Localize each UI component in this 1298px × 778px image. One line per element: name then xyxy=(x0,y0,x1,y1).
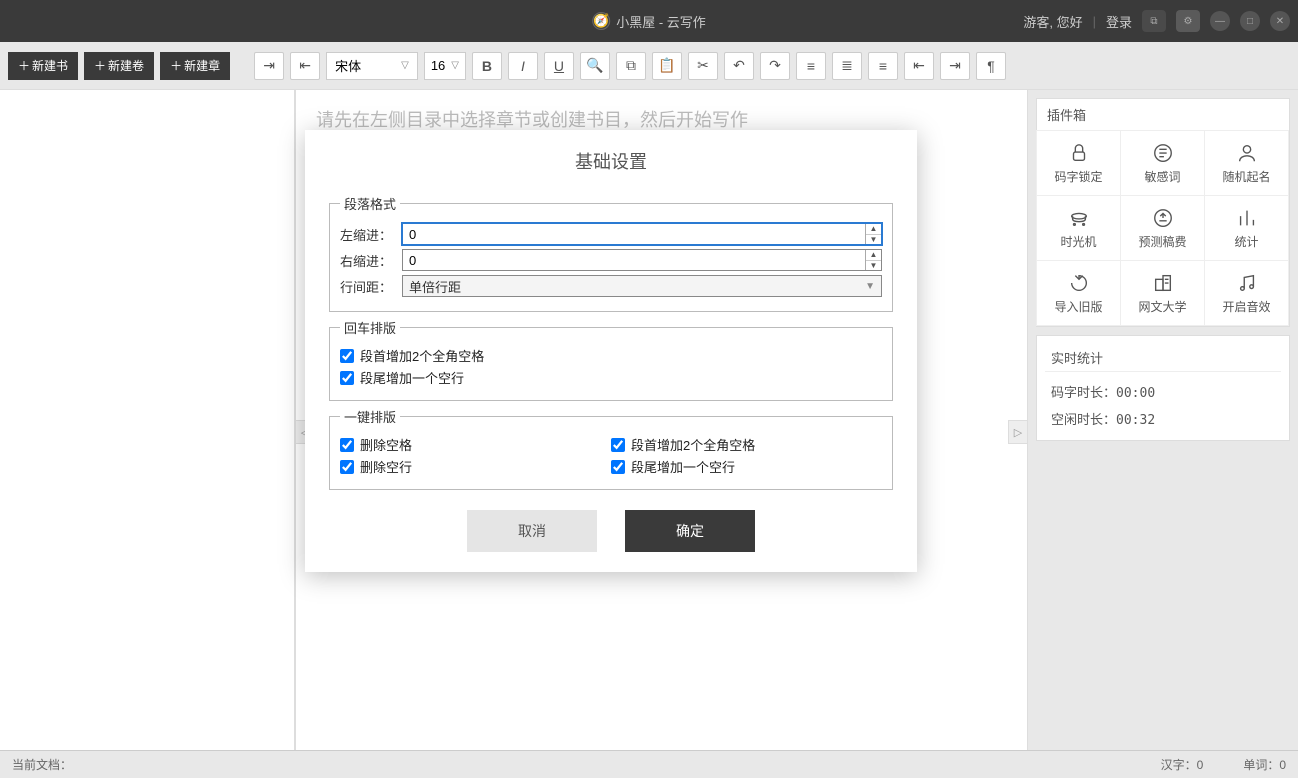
undo-icon[interactable]: ↶ xyxy=(724,52,754,80)
add-indent-checkbox[interactable] xyxy=(611,438,625,452)
statusbar: 当前文档： 汉字：0 单词：0 xyxy=(0,750,1298,778)
typing-time: 00:00 xyxy=(1116,386,1155,401)
enter-blankline-checkbox[interactable] xyxy=(340,371,354,385)
close-icon[interactable]: ✕ xyxy=(1270,11,1290,31)
plugin-timemachine[interactable]: 时光机 xyxy=(1036,195,1121,261)
login-link[interactable]: 登录 xyxy=(1106,12,1132,31)
app-icon: 🧭 xyxy=(592,12,610,30)
plugin-sound[interactable]: 开启音效 xyxy=(1204,260,1289,326)
format-fieldset: 一键排版 删除空格 删除空行 段首增加2个全角空格 段尾增加一个空行 xyxy=(329,407,893,490)
cut-icon[interactable]: ✂ xyxy=(688,52,718,80)
minimize-icon[interactable]: — xyxy=(1210,11,1230,31)
plugin-sensitive[interactable]: 敏感词 xyxy=(1120,130,1205,196)
enter-indent-checkbox[interactable] xyxy=(340,349,354,363)
hanzi-count: 汉字：0 xyxy=(1161,756,1204,773)
maximize-icon[interactable]: □ xyxy=(1240,11,1260,31)
paragraph-fieldset: 段落格式 左缩进： ▲▼ 右缩进： ▲▼ 行间距： 单倍行距▼ xyxy=(329,194,893,312)
next-chapter-button[interactable]: ▷ xyxy=(1008,420,1028,444)
titlebar: 🧭 小黑屋 - 云写作 游客, 您好 | 登录 ⧉ ⚙ — □ ✕ xyxy=(0,0,1298,42)
plugin-lock[interactable]: 码字锁定 xyxy=(1036,130,1121,196)
main-toolbar: ＋新建书 ＋新建卷 ＋新建章 ⇥ ⇤ 宋体▽ 16▽ B I U 🔍 ⧉ 📋 ✂… xyxy=(0,42,1298,90)
live-stats: 实时统计 码字时长：00:00 空闲时长：00:32 xyxy=(1036,335,1290,441)
remove-spaces-checkbox[interactable] xyxy=(340,438,354,452)
live-stats-title: 实时统计 xyxy=(1045,344,1281,372)
add-blankline-checkbox[interactable] xyxy=(611,460,625,474)
editor-placeholder: 请先在左侧目录中选择章节或创建书目，然后开始写作 xyxy=(316,110,748,130)
word-count: 单词：0 xyxy=(1243,756,1286,773)
plugin-fee[interactable]: 预测稿费 xyxy=(1120,195,1205,261)
paste-icon[interactable]: 📋 xyxy=(652,52,682,80)
plugin-import[interactable]: 导入旧版 xyxy=(1036,260,1121,326)
current-doc-label: 当前文档： xyxy=(12,756,72,773)
line-spacing-select[interactable]: 单倍行距▼ xyxy=(402,275,882,297)
align-center-icon[interactable]: ≣ xyxy=(832,52,862,80)
outline-panel xyxy=(0,90,295,750)
new-chapter-button[interactable]: ＋新建章 xyxy=(160,52,230,80)
new-volume-button[interactable]: ＋新建卷 xyxy=(84,52,154,80)
app-title: 小黑屋 - 云写作 xyxy=(616,12,706,31)
indent-decrease-icon[interactable]: ⇤ xyxy=(904,52,934,80)
spin-up-icon[interactable]: ▲ xyxy=(866,224,881,235)
plugin-box-title: 插件箱 xyxy=(1037,99,1289,131)
import-icon[interactable]: ⇥ xyxy=(254,52,284,80)
right-indent-input[interactable]: ▲▼ xyxy=(402,249,882,271)
spin-down-icon[interactable]: ▼ xyxy=(866,261,881,271)
underline-icon[interactable]: U xyxy=(544,52,574,80)
export-icon[interactable]: ⇤ xyxy=(290,52,320,80)
ok-button[interactable]: 确定 xyxy=(625,510,755,552)
basic-settings-dialog: 基础设置 段落格式 左缩进： ▲▼ 右缩进： ▲▼ 行间距： 单倍行距▼ 回车排… xyxy=(305,130,917,572)
copy-icon[interactable]: ⧉ xyxy=(616,52,646,80)
left-indent-input[interactable]: ▲▼ xyxy=(402,223,882,245)
italic-icon[interactable]: I xyxy=(508,52,538,80)
indent-increase-icon[interactable]: ⇥ xyxy=(940,52,970,80)
font-size-select[interactable]: 16▽ xyxy=(424,52,466,80)
enter-fieldset: 回车排版 段首增加2个全角空格 段尾增加一个空行 xyxy=(329,318,893,401)
idle-time: 00:32 xyxy=(1116,413,1155,428)
font-family-select[interactable]: 宋体▽ xyxy=(326,52,418,80)
align-left-icon[interactable]: ≡ xyxy=(796,52,826,80)
guest-label: 游客, 您好 xyxy=(1023,12,1082,31)
dialog-title: 基础设置 xyxy=(305,130,917,188)
settings-icon[interactable]: ⚙ xyxy=(1176,10,1200,32)
plugin-stats[interactable]: 统计 xyxy=(1204,195,1289,261)
redo-icon[interactable]: ↷ xyxy=(760,52,790,80)
plugin-box: 插件箱 码字锁定敏感词随机起名时光机预测稿费统计导入旧版网文大学开启音效 xyxy=(1036,98,1290,327)
align-right-icon[interactable]: ≡ xyxy=(868,52,898,80)
search-icon[interactable]: 🔍 xyxy=(580,52,610,80)
plugin-naming[interactable]: 随机起名 xyxy=(1204,130,1289,196)
format-icon[interactable]: ¶ xyxy=(976,52,1006,80)
bold-icon[interactable]: B xyxy=(472,52,502,80)
cancel-button[interactable]: 取消 xyxy=(467,510,597,552)
layout-toggle-icon[interactable]: ⧉ xyxy=(1142,10,1166,32)
new-book-button[interactable]: ＋新建书 xyxy=(8,52,78,80)
spin-up-icon[interactable]: ▲ xyxy=(866,250,881,261)
spin-down-icon[interactable]: ▼ xyxy=(866,235,881,245)
plugin-university[interactable]: 网文大学 xyxy=(1120,260,1205,326)
remove-blanklines-checkbox[interactable] xyxy=(340,460,354,474)
